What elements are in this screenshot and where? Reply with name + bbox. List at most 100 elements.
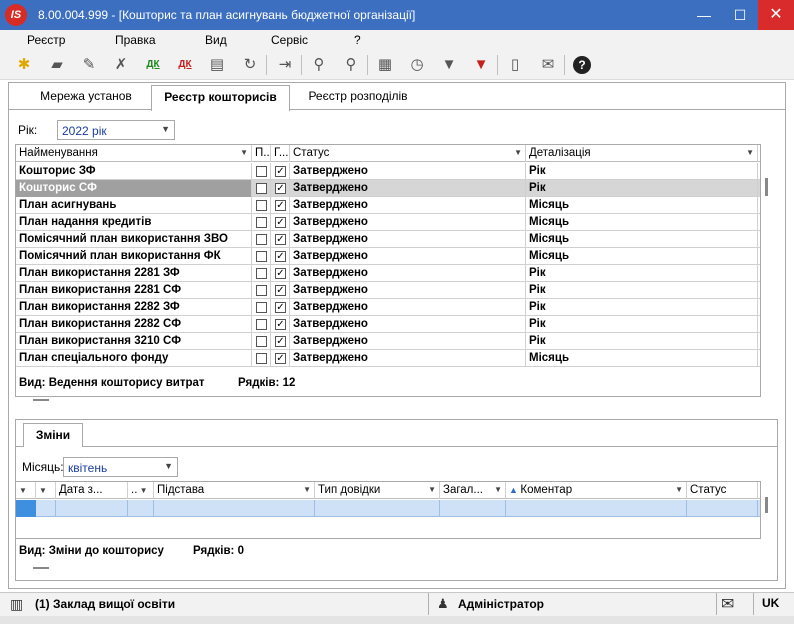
checkbox[interactable]: [256, 234, 267, 245]
new-icon[interactable]: ✱: [12, 53, 36, 77]
checkbox[interactable]: [256, 166, 267, 177]
checkbox[interactable]: [256, 353, 267, 364]
checkbox[interactable]: ✓: [275, 200, 286, 211]
table-row[interactable]: [16, 500, 760, 517]
menu-edit[interactable]: Правка: [115, 33, 156, 47]
mail-icon[interactable]: ✉: [536, 53, 560, 77]
header-detail[interactable]: Деталізація ▼: [526, 145, 758, 162]
table-row[interactable]: План використання 2281 ЗФ ✓ Затверджено Рік: [16, 265, 760, 282]
checkbox[interactable]: ✓: [275, 319, 286, 330]
search-next-icon[interactable]: ⚲: [339, 53, 363, 77]
header-comment[interactable]: ▲ Коментар ▼: [506, 482, 687, 499]
minimize-button[interactable]: —: [686, 0, 722, 30]
menu-registry[interactable]: Реєстр: [27, 33, 65, 47]
header-name[interactable]: Найменування ▼: [16, 145, 252, 162]
exit-icon[interactable]: ⇥: [273, 53, 297, 77]
checkbox[interactable]: ✓: [275, 353, 286, 364]
checkbox[interactable]: [256, 302, 267, 313]
header-g[interactable]: Г...: [271, 145, 290, 162]
checkbox[interactable]: ✓: [275, 183, 286, 194]
filter-icon[interactable]: ▼: [437, 53, 461, 77]
status-organization[interactable]: (1) Заклад вищої освіти: [35, 597, 175, 611]
menu-service[interactable]: Сервіс: [271, 33, 308, 47]
checkbox[interactable]: [256, 217, 267, 228]
header-status[interactable]: Статус: [687, 482, 758, 499]
table-row[interactable]: План використання 2282 ЗФ ✓ Затверджено Рік: [16, 299, 760, 316]
header-status[interactable]: Статус ▼: [290, 145, 526, 162]
checkbox[interactable]: ✓: [275, 268, 286, 279]
table-row[interactable]: Кошторис ЗФ ✓ Затверджено Рік: [16, 163, 760, 180]
horizontal-scrollbar[interactable]: [33, 399, 49, 401]
open-folder-icon[interactable]: ▰: [45, 53, 69, 77]
mail-icon[interactable]: ✉: [721, 594, 734, 614]
checkbox[interactable]: ✓: [275, 285, 286, 296]
checkbox[interactable]: [256, 336, 267, 347]
dk-red-icon[interactable]: ДК: [173, 53, 197, 77]
table-row[interactable]: Кошторис СФ ✓ Затверджено Рік: [16, 180, 760, 197]
table-row[interactable]: План використання 2282 СФ ✓ Затверджено Рік: [16, 316, 760, 333]
maximize-button[interactable]: ☐: [722, 0, 758, 30]
chevron-down-icon: ▼: [240, 148, 248, 157]
header-p[interactable]: П...: [252, 145, 271, 162]
cell-p: [252, 197, 271, 214]
checkbox[interactable]: [256, 319, 267, 330]
header-total[interactable]: Загал... ▼: [440, 482, 506, 499]
user-icon: ♟: [437, 596, 449, 611]
checkbox[interactable]: [256, 285, 267, 296]
table-row[interactable]: План спеціального фонду ✓ Затверджено Місяц…: [16, 350, 760, 367]
checkbox[interactable]: [256, 200, 267, 211]
checkbox[interactable]: ✓: [275, 251, 286, 262]
tab-changes[interactable]: Зміни: [23, 423, 83, 447]
checkbox[interactable]: ✓: [275, 217, 286, 228]
header-date[interactable]: Дата з...: [56, 482, 128, 499]
cell-g: ✓: [271, 316, 290, 333]
dk-green-icon[interactable]: ДК: [141, 53, 165, 77]
table-row[interactable]: План використання 3210 СФ ✓ Затверджено Рік: [16, 333, 760, 350]
help-icon[interactable]: ?: [570, 53, 594, 77]
cell-g: ✓: [271, 299, 290, 316]
edit-icon[interactable]: ✎: [77, 53, 101, 77]
header-selector[interactable]: ▼: [16, 482, 36, 499]
tab-divider: [9, 109, 785, 110]
cell-detail: Місяць: [526, 214, 758, 231]
vertical-scrollbar[interactable]: [765, 497, 768, 513]
menu-view[interactable]: Вид: [205, 33, 227, 47]
header-dots[interactable]: .. ▼: [128, 482, 154, 499]
cell-g: ✓: [271, 265, 290, 282]
table-row[interactable]: План використання 2281 СФ ✓ Затверджено Рік: [16, 282, 760, 299]
header-ref-type[interactable]: Тип довідки ▼: [315, 482, 440, 499]
header-basis[interactable]: Підстава ▼: [154, 482, 315, 499]
document-icon[interactable]: ▯: [503, 53, 527, 77]
checkbox[interactable]: ✓: [275, 166, 286, 177]
table-row[interactable]: Помісячний план використання ФК ✓ Затвердж…: [16, 248, 760, 265]
search-icon[interactable]: ⚲: [307, 53, 331, 77]
checkbox[interactable]: [256, 183, 267, 194]
year-combo[interactable]: 2022 рік ▼: [57, 120, 175, 140]
month-combo[interactable]: квітень ▼: [63, 457, 178, 477]
tab-network[interactable]: Мережа установ: [22, 85, 150, 109]
print-icon[interactable]: ▤: [205, 53, 229, 77]
delete-icon[interactable]: ✗: [109, 53, 133, 77]
checkbox[interactable]: ✓: [275, 336, 286, 347]
table-row[interactable]: План надання кредитів ✓ Затверджено Місяць: [16, 214, 760, 231]
vertical-scrollbar[interactable]: [765, 178, 768, 196]
clock-doc-icon[interactable]: ◷: [405, 53, 429, 77]
header-marker[interactable]: ▼: [36, 482, 56, 499]
checkbox[interactable]: [256, 251, 267, 262]
table-icon[interactable]: ▦: [373, 53, 397, 77]
horizontal-scrollbar[interactable]: [33, 567, 49, 569]
filter-clear-icon[interactable]: ▼: [469, 53, 493, 77]
close-button[interactable]: ✕: [758, 0, 794, 30]
checkbox[interactable]: ✓: [275, 302, 286, 313]
checkbox[interactable]: [256, 268, 267, 279]
table-row[interactable]: План асигнувань ✓ Затверджено Місяць: [16, 197, 760, 214]
checkbox[interactable]: ✓: [275, 234, 286, 245]
menu-help[interactable]: ?: [354, 33, 361, 47]
table-row[interactable]: Помісячний план використання ЗВО ✓ Затверд…: [16, 231, 760, 248]
tab-estimates-registry[interactable]: Реєстр кошторисів: [151, 85, 290, 111]
status-user[interactable]: Адміністратор: [458, 597, 544, 611]
status-language[interactable]: UK: [762, 596, 779, 610]
refresh-icon[interactable]: ↻: [238, 53, 262, 77]
row-selector[interactable]: [16, 500, 36, 517]
tab-distributions-registry[interactable]: Реєстр розподілів: [292, 85, 424, 109]
